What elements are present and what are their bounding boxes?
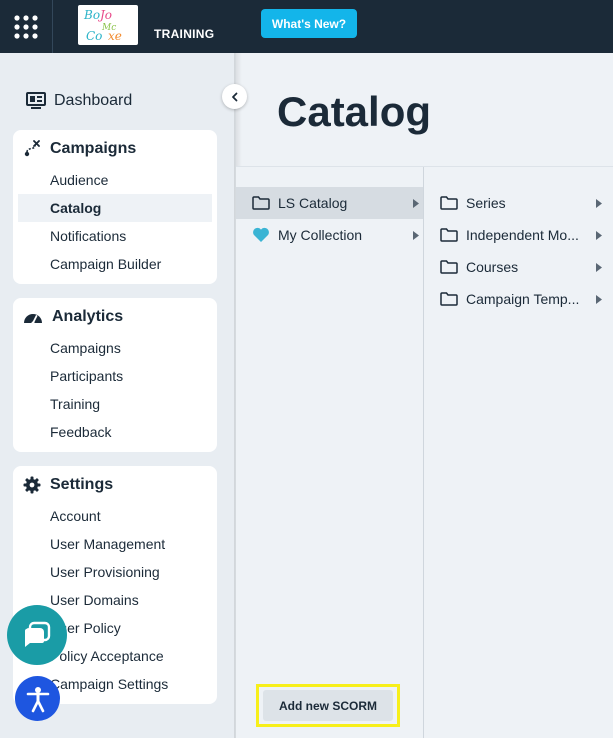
sidebar-item-participants[interactable]: Participants [18,362,212,390]
folder-label: Independent Mo... [466,227,579,243]
sidebar-item-label: Dashboard [54,92,133,109]
svg-text:Co: Co [86,29,102,43]
catalog-column-ls-catalog: Series Independent Mo... Courses Campaig… [424,167,613,738]
analytics-card: Analytics Campaigns Participants Trainin… [13,298,217,452]
campaign-route-icon [24,140,40,157]
caret-right-icon [596,230,602,240]
gauge-icon [24,314,42,324]
sidebar-item-dashboard[interactable]: Dashboard [26,92,132,110]
folder-row-series[interactable]: Series [424,187,606,219]
folder-label: My Collection [278,227,363,243]
training-label: TRAINING [154,27,215,41]
sidebar-item-feedback[interactable]: Feedback [18,418,212,446]
sidebar-item-notifications[interactable]: Notifications [18,222,212,250]
sidebar-item-campaign-builder[interactable]: Campaign Builder [18,250,212,278]
company-logo[interactable]: Bo Jo Mc Co xe [78,5,138,45]
heart-icon [253,227,269,242]
chat-bubble-icon [25,621,51,647]
settings-card: Settings Account User Management User Pr… [13,466,217,704]
caret-right-icon [596,198,602,208]
folder-row-courses[interactable]: Courses [424,251,606,283]
accessibility-button[interactable] [15,676,60,721]
caret-right-icon [596,294,602,304]
chevron-left-icon [231,92,237,101]
chat-button[interactable] [7,605,67,665]
folder-icon [440,260,458,274]
folder-icon [440,292,458,306]
folder-label: Series [466,195,506,211]
top-bar: Bo Jo Mc Co xe TRAINING What's New? [0,0,613,53]
sidebar-item-catalog[interactable]: Catalog [18,194,212,222]
folder-icon [440,228,458,242]
page-title: Catalog [277,88,432,135]
sidebar-item-audience[interactable]: Audience [18,166,212,194]
folder-label: Courses [466,259,519,275]
svg-text:xe: xe [108,29,122,43]
svg-text:Jo: Jo [97,8,112,22]
gear-icon [23,476,41,494]
campaigns-card: Campaigns Audience Catalog Notifications… [13,130,217,284]
whats-new-button[interactable]: What's New? [261,9,357,38]
campaigns-section-header: Campaigns [23,140,136,158]
caret-right-icon [413,198,419,208]
settings-section-header: Settings [23,476,113,494]
caret-right-icon [413,230,419,240]
folder-icon [440,196,458,210]
dashboard-icon [26,92,46,109]
sidebar-item-analytics-campaigns[interactable]: Campaigns [18,334,212,362]
folder-icon [252,196,270,210]
accessibility-icon [26,686,49,712]
sidebar-item-training[interactable]: Training [18,390,212,418]
add-new-scorm-button[interactable]: Add new SCORM [263,690,393,721]
section-title: Campaigns [50,140,137,157]
catalog-column-root: LS Catalog My Collection [236,167,424,738]
grid-icon [14,14,38,39]
section-title: Analytics [52,308,124,325]
svg-text:Bo: Bo [83,8,100,22]
folder-label: Campaign Temp... [466,291,580,307]
analytics-section-header: Analytics [23,308,123,326]
folder-row-my-collection[interactable]: My Collection [236,219,423,251]
folder-row-independent-modules[interactable]: Independent Mo... [424,219,606,251]
sidebar-item-user-management[interactable]: User Management [18,530,212,558]
sidebar-item-user-provisioning[interactable]: User Provisioning [18,558,212,586]
caret-right-icon [596,262,602,272]
section-title: Settings [50,476,114,493]
folder-row-campaign-templates[interactable]: Campaign Temp... [424,283,606,315]
collapse-sidebar-button[interactable] [222,84,247,109]
folder-row-ls-catalog[interactable]: LS Catalog [236,187,423,219]
app-launcher-button[interactable] [0,0,53,53]
folder-label: LS Catalog [278,195,348,211]
sidebar-item-account[interactable]: Account [18,502,212,530]
